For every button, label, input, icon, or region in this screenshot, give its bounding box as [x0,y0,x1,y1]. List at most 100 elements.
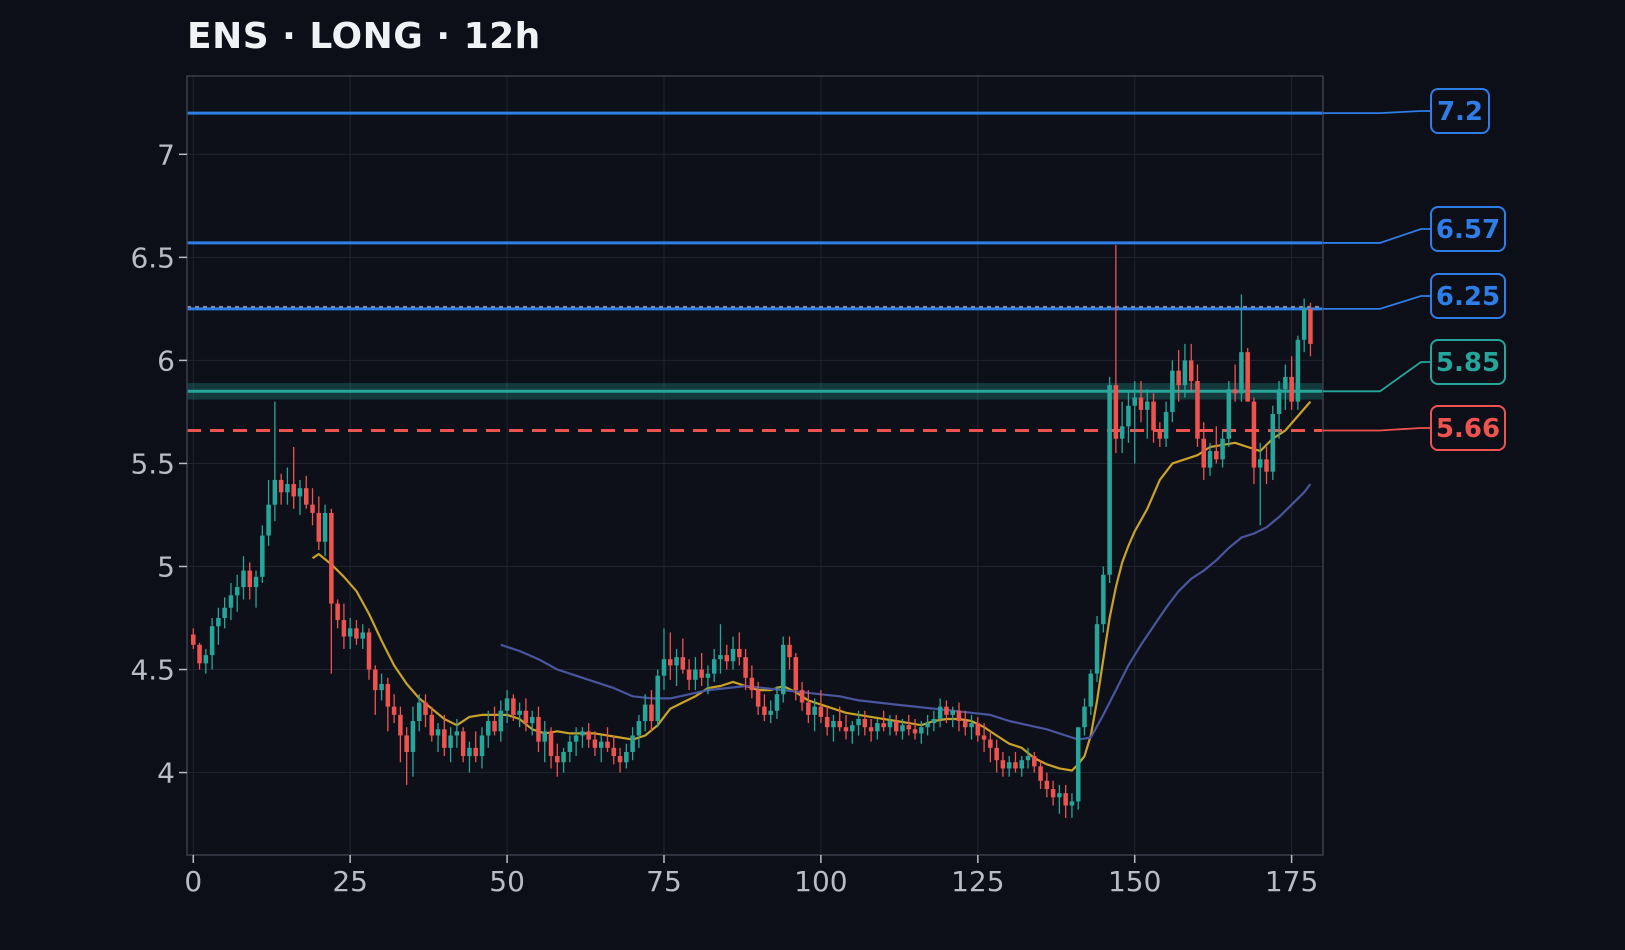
candle-body [504,698,510,711]
candle-body [498,710,504,732]
candle-body [1075,727,1081,802]
candle-body [1082,706,1087,728]
candle-body [316,512,322,542]
candle-body [868,727,874,732]
candle-body [285,484,290,493]
candle-body [774,694,780,711]
candle-body [555,756,560,763]
candle-body [592,739,598,748]
candle-body [1170,370,1175,412]
candle-body [1226,389,1232,439]
candle-body [661,659,667,676]
candle-body [806,702,811,715]
candle-body [893,721,899,732]
candle-body [1195,381,1200,439]
candle-body [737,648,742,658]
level-connector [1323,295,1431,310]
candle-body [1119,426,1125,439]
price-chart: 44.555.566.570 25 50 75 100 125 150 1757.26.576… [130,75,1506,898]
candle-body [1232,389,1238,394]
candle-body [1094,624,1100,674]
candle-body [931,718,937,724]
candle-body [680,657,686,670]
candle [1226,381,1232,447]
x-tick-label: 175 [1265,865,1318,898]
candle-body [310,504,315,513]
candle-body [906,725,912,730]
candle-body [1157,430,1163,439]
candle-body [523,710,529,724]
candle-body [303,488,309,505]
candle-body [266,504,271,536]
candle-body [969,723,974,728]
candle-body [1214,451,1219,460]
y-tick-label: 6 [157,344,175,377]
candle-body [492,721,497,732]
candle [780,636,786,703]
candle-body [994,747,999,761]
candle-body [222,607,227,619]
candle-body [561,751,566,763]
candle-body [567,741,573,752]
candle-body [1069,801,1075,806]
candle-body [435,729,441,736]
candle-body [887,721,893,728]
candle-body [1308,308,1313,344]
candle-body [793,657,799,691]
candle-body [1251,401,1257,468]
candle-body [580,731,585,736]
candle-body [385,683,391,707]
candle-body [1245,352,1250,402]
candle-body [693,669,698,680]
candle-body [1000,760,1006,769]
candle-body [818,706,824,717]
level-connector [1323,361,1431,393]
candle-body [831,721,836,728]
candle-body [467,747,472,757]
candle-body [1239,352,1244,394]
candle-body [542,731,548,742]
candle [1101,566,1106,633]
candle-body [511,698,516,715]
candle-body [837,721,842,728]
candle-body [843,727,849,732]
candle-body [1145,401,1150,410]
candle [1295,335,1301,410]
candle-body [1207,451,1213,468]
candle-body [448,735,453,748]
candle-body [1050,789,1056,798]
candle-body [812,706,817,715]
candle-body [1201,438,1207,468]
y-tick-label: 5 [157,550,175,583]
plot-area [187,76,1323,855]
candle-body [241,570,246,588]
candle-body [203,655,209,664]
candle-body [1176,370,1181,386]
candle-body [611,747,617,757]
candle-body [856,718,861,726]
candle-body [1220,438,1225,460]
candle [1245,348,1250,402]
candle-body [548,731,554,757]
candle-body [962,721,968,728]
candle [655,669,660,728]
candle-body [291,484,296,497]
candle-body [686,669,692,680]
candle-body [900,725,905,732]
candle-body [755,690,761,707]
candle-body [981,735,987,740]
candle-body [875,723,880,732]
candle-body [1013,762,1018,769]
candle-body [881,723,886,728]
candle-body [191,634,196,645]
candle-body [912,729,918,734]
candle-body [354,628,359,639]
candle-body [1276,389,1282,414]
candle-body [260,535,265,577]
candle-body [668,659,673,666]
candle [1270,405,1276,480]
x-tick-label: 50 [489,865,525,898]
candle-body [347,628,353,637]
candle [1075,727,1081,810]
candle-body [1126,405,1131,427]
